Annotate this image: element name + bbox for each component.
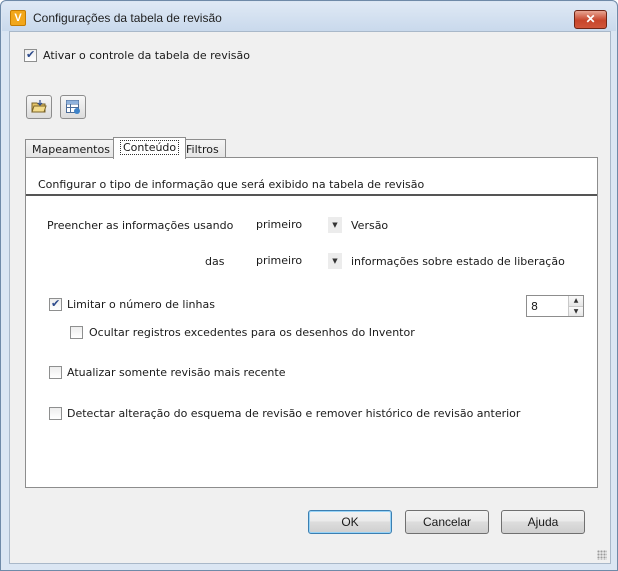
enable-control-checkbox[interactable]: [24, 48, 37, 62]
vault-app-icon: V: [10, 10, 26, 26]
detect-change-label[interactable]: Detectar alteração do esquema de revisão…: [67, 407, 520, 420]
detect-change-checkbox[interactable]: [49, 407, 62, 420]
tab-conteudo[interactable]: Conteúdo: [113, 137, 187, 159]
help-button[interactable]: Ajuda: [501, 510, 585, 534]
update-latest-checkbox[interactable]: [49, 366, 62, 379]
ok-button[interactable]: OK: [308, 510, 392, 534]
chevron-down-icon[interactable]: ▼: [328, 217, 342, 233]
das-order-value: primeiro: [256, 254, 303, 267]
das-order-dropdown[interactable]: primeiro ▼: [250, 251, 342, 271]
row-count-stepper[interactable]: 8 ▲ ▼: [526, 295, 584, 317]
chevron-down-icon[interactable]: ▼: [568, 306, 583, 316]
dialog-window: V Configurações da tabela de revisão ✕ A…: [0, 0, 618, 571]
enable-control-label[interactable]: Ativar o controle da tabela de revisão: [43, 49, 250, 62]
chevron-up-icon[interactable]: ▲: [568, 296, 583, 306]
hide-excess-label[interactable]: Ocultar registros excedentes para os des…: [89, 326, 415, 339]
chevron-down-icon[interactable]: ▼: [328, 253, 342, 269]
tab-mapeamentos-label: Mapeamentos: [32, 143, 110, 156]
title-bar[interactable]: V Configurações da tabela de revisão ✕: [2, 2, 616, 31]
limit-rows-label[interactable]: Limitar o número de linhas: [67, 298, 215, 311]
update-latest-label[interactable]: Atualizar somente revisão mais recente: [67, 366, 285, 379]
fill-order-dropdown[interactable]: primeiro ▼: [250, 215, 342, 235]
window-title: Configurações da tabela de revisão: [33, 11, 222, 25]
limit-rows-checkbox[interactable]: [49, 297, 62, 311]
panel-header: Configurar o tipo de informação que será…: [26, 158, 597, 196]
das-suffix-label: informações sobre estado de liberação: [351, 255, 565, 268]
resize-grip[interactable]: [597, 550, 607, 560]
tab-filtros-label: Filtros: [186, 143, 219, 156]
fill-suffix-label: Versão: [351, 219, 389, 232]
table-icon: [66, 100, 80, 114]
content-tab-panel: Configurar o tipo de informação que será…: [25, 157, 598, 488]
fill-label: Preencher as informações usando: [47, 219, 234, 232]
das-label: das: [205, 255, 225, 268]
close-button[interactable]: ✕: [574, 10, 607, 29]
panel-header-text: Configurar o tipo de informação que será…: [38, 178, 425, 191]
open-folder-icon: [31, 100, 47, 113]
cancel-button[interactable]: Cancelar: [405, 510, 489, 534]
table-settings-button[interactable]: [60, 95, 86, 119]
row-count-value: 8: [531, 300, 538, 313]
hide-excess-checkbox[interactable]: [70, 326, 83, 339]
tab-conteudo-label: Conteúdo: [120, 140, 180, 155]
dialog-client-area: Ativar o controle da tabela de revisão M…: [9, 31, 611, 564]
fill-order-value: primeiro: [256, 218, 303, 231]
tab-mapeamentos[interactable]: Mapeamentos: [25, 139, 117, 159]
import-settings-button[interactable]: [26, 95, 52, 119]
